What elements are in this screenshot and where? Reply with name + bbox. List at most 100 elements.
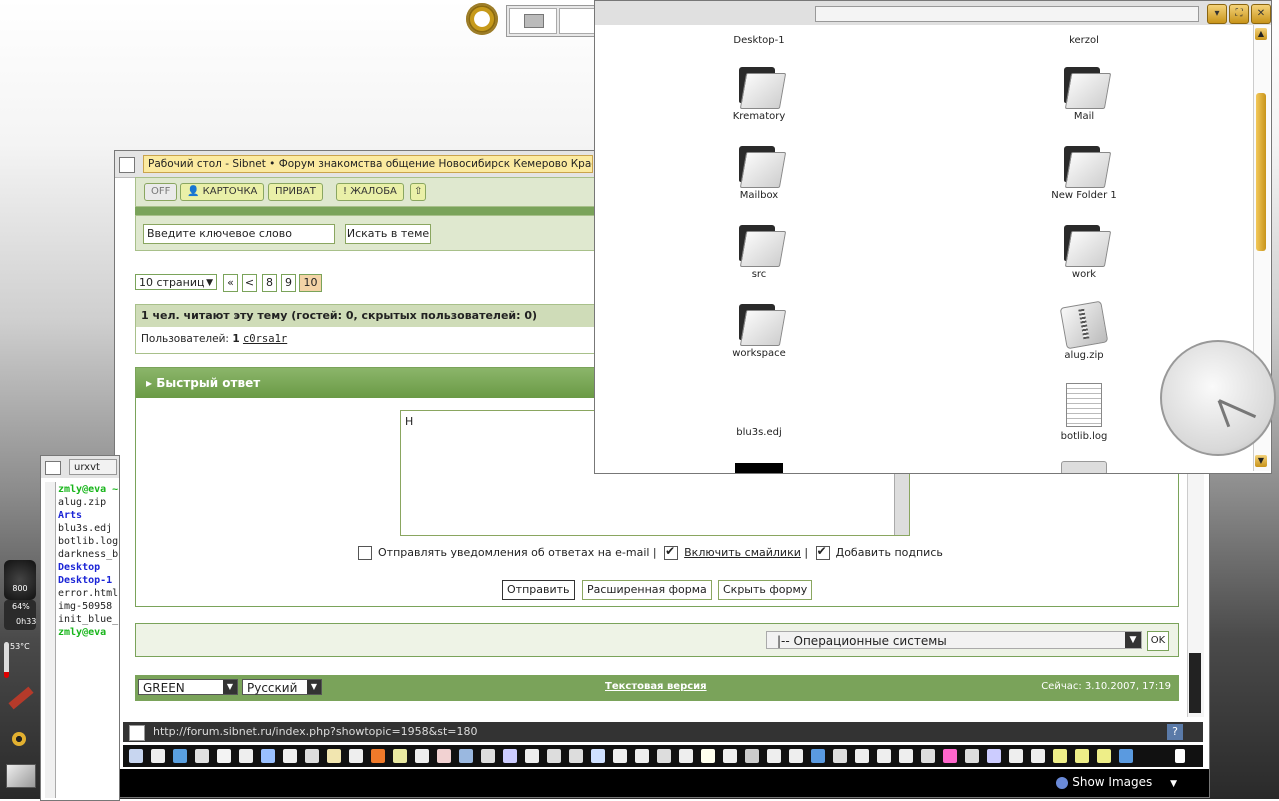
file-item[interactable]: botlib.log (1029, 383, 1139, 442)
bookmark-icon[interactable] (437, 749, 451, 763)
bookmark-icon[interactable] (415, 749, 429, 763)
bookmark-icon[interactable] (459, 749, 473, 763)
bookmark-icon[interactable] (789, 749, 803, 763)
card-button[interactable]: 👤 КАРТОЧКА (180, 183, 265, 201)
bookmark-icon[interactable] (393, 749, 407, 763)
keyword-input[interactable]: Введите ключевое слово (143, 224, 335, 244)
forum-jump-select[interactable]: |-- Операционные системы ▼ (766, 631, 1142, 649)
terminal-titlebar[interactable]: urxvt (41, 456, 119, 478)
bookmark-icon[interactable] (173, 749, 187, 763)
page-9-link[interactable]: 9 (281, 274, 296, 292)
partial-file-icon[interactable] (1061, 461, 1107, 473)
bookmark-icon[interactable] (899, 749, 913, 763)
bookmark-icon[interactable] (547, 749, 561, 763)
partial-file-icon[interactable] (735, 463, 783, 473)
file-item[interactable]: Desktop-1 (704, 1, 814, 46)
bookmark-icon[interactable] (745, 749, 759, 763)
jump-ok-button[interactable]: OK (1147, 631, 1169, 651)
file-item[interactable]: work (1029, 225, 1139, 280)
up-arrow-icon[interactable]: ⇧ (410, 183, 427, 201)
bookmark-icon[interactable] (283, 749, 297, 763)
bookmark-icon[interactable] (569, 749, 583, 763)
private-button[interactable]: ПРИВАТ (268, 183, 323, 201)
pages-dropdown[interactable]: 10 страниц ▼ (135, 274, 217, 290)
file-item[interactable]: src (704, 225, 814, 280)
show-images-toggle[interactable]: Show Images ▼ (1056, 775, 1177, 789)
text-version-link[interactable]: Текстовая версия (605, 681, 707, 692)
bookmark-icon[interactable] (701, 749, 715, 763)
file-item[interactable]: kerzol (1029, 1, 1139, 46)
bookmark-icon[interactable] (965, 749, 979, 763)
hide-form-button[interactable]: Скрыть форму (718, 580, 813, 600)
bookmark-icon[interactable] (943, 749, 957, 763)
user-link[interactable]: c0rsa1r (243, 333, 287, 345)
bookmark-icon[interactable] (613, 749, 627, 763)
smilies-link[interactable]: Включить смайлики (684, 546, 801, 559)
bookmark-icon[interactable] (371, 749, 385, 763)
bookmark-icon[interactable] (921, 749, 935, 763)
pager-desktop-1[interactable] (509, 8, 557, 34)
scroll-down-icon[interactable]: ▼ (1255, 455, 1267, 467)
bookmark-icon[interactable] (327, 749, 341, 763)
bookmark-icon[interactable] (1053, 749, 1067, 763)
bookmark-icon[interactable] (525, 749, 539, 763)
bookmark-icon[interactable] (195, 749, 209, 763)
first-page-button[interactable]: « (223, 274, 238, 292)
bookmark-icon[interactable] (481, 749, 495, 763)
file-item[interactable]: Krematory (704, 67, 814, 122)
bookmark-icon[interactable] (855, 749, 869, 763)
bookmark-icon[interactable] (261, 749, 275, 763)
notify-checkbox[interactable] (358, 546, 372, 560)
minimize-icon[interactable]: ▾ (1207, 4, 1227, 24)
thermometer-icon[interactable]: 53°C (4, 640, 36, 680)
bookmark-icon[interactable] (217, 749, 231, 763)
scroll-up-icon[interactable]: ▲ (1255, 28, 1267, 40)
maximize-icon[interactable]: ⛶ (1229, 4, 1249, 24)
skin-select[interactable]: GREEN ▼ (138, 679, 238, 695)
bookmark-icon[interactable] (1031, 749, 1045, 763)
cpu-monitor-icon[interactable]: 800 (4, 560, 36, 600)
bookmark-icon[interactable] (723, 749, 737, 763)
bookmark-icon[interactable] (305, 749, 319, 763)
file-item[interactable]: Mail (1029, 67, 1139, 122)
bookmark-icon[interactable] (1119, 749, 1133, 763)
file-manager-titlebar[interactable]: ▾ ⛶ ✕ (595, 1, 1271, 25)
bookmark-icon[interactable] (987, 749, 1001, 763)
trash-icon[interactable] (1175, 749, 1185, 763)
file-item[interactable]: blu3s.edj (704, 383, 814, 438)
file-item[interactable]: New Folder 1 (1029, 146, 1139, 201)
bookmark-icon[interactable] (1097, 749, 1111, 763)
advanced-form-button[interactable]: Расширенная форма (582, 580, 712, 600)
bookmark-icon[interactable] (349, 749, 363, 763)
bookmark-icon[interactable] (833, 749, 847, 763)
complaint-button[interactable]: ! ЖАЛОБА (336, 183, 404, 201)
prev-page-button[interactable]: < (242, 274, 257, 292)
url-text[interactable]: http://forum.sibnet.ru/index.php?showtop… (153, 725, 478, 738)
bookmark-icon[interactable] (679, 749, 693, 763)
off-button[interactable]: OFF (144, 183, 178, 201)
window-menu-button[interactable] (45, 461, 61, 475)
file-item[interactable]: Mailbox (704, 146, 814, 201)
help-icon[interactable]: ? (1167, 724, 1183, 740)
search-in-topic-button[interactable]: Искать в теме (345, 224, 431, 244)
bookmark-icon[interactable] (767, 749, 781, 763)
address-bar[interactable]: http://forum.sibnet.ru/index.php?showtop… (123, 722, 1203, 742)
battery-monitor-icon[interactable]: 64% 0h33 (4, 600, 36, 630)
file-item[interactable]: alug.zip (1029, 300, 1139, 361)
bookmark-icon[interactable] (1009, 749, 1023, 763)
bookmark-icon[interactable] (503, 749, 517, 763)
bookmark-icon[interactable] (591, 749, 605, 763)
send-button[interactable]: Отправить (502, 580, 575, 600)
close-icon[interactable]: ✕ (1251, 4, 1271, 24)
bookmark-icon[interactable] (811, 749, 825, 763)
smilies-checkbox[interactable] (664, 544, 679, 560)
signature-checkbox[interactable] (815, 544, 830, 560)
tools-icon[interactable] (4, 684, 36, 718)
monitor-icon[interactable] (4, 760, 36, 792)
bookmark-icon[interactable] (877, 749, 891, 763)
language-select[interactable]: Русский ▼ (242, 679, 322, 695)
page-8-link[interactable]: 8 (262, 274, 277, 292)
gear-icon[interactable] (466, 3, 498, 35)
bookmark-icon[interactable] (151, 749, 165, 763)
bookmark-icon[interactable] (1075, 749, 1089, 763)
